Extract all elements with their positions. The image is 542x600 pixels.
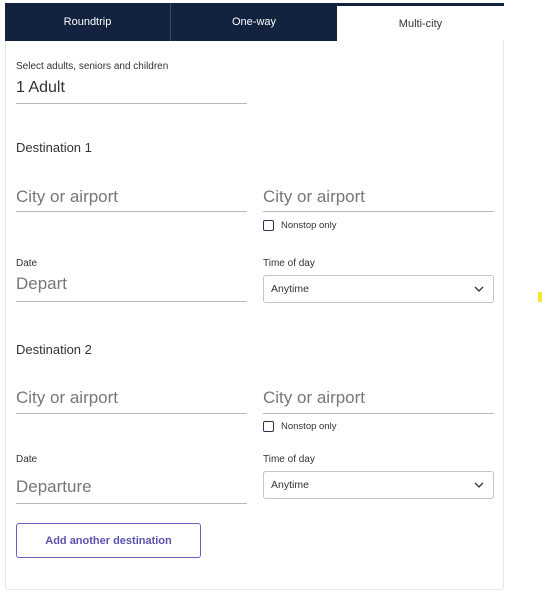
destination-1-time-select[interactable]: Anytime: [263, 275, 494, 303]
destination-2-title: Destination 2: [16, 342, 92, 357]
destination-2-date-label: Date: [16, 454, 38, 465]
passengers-underline: [16, 103, 247, 104]
destination-2-time-label: Time of day: [263, 454, 315, 465]
focus-marker: [538, 292, 542, 302]
destination-2-from-input[interactable]: City or airport: [16, 388, 118, 408]
destination-2-to-underline: [263, 413, 494, 414]
destination-2-from-underline: [16, 413, 247, 414]
tab-one-way-label: One-way: [231, 16, 277, 28]
destination-1-time-value: Anytime: [271, 283, 309, 295]
destination-1-from-input[interactable]: City or airport: [16, 187, 118, 207]
tab-multi-city[interactable]: Multi-city: [337, 3, 504, 41]
add-destination-label: Add another destination: [45, 534, 172, 547]
tab-multi-city-label: Multi-city: [398, 17, 443, 30]
tab-roundtrip[interactable]: Roundtrip: [5, 3, 171, 41]
tab-roundtrip-label: Roundtrip: [63, 16, 112, 28]
trip-type-tabs: Roundtrip One-way Multi-city: [5, 3, 504, 41]
destination-2-nonstop-checkbox[interactable]: [263, 421, 274, 432]
add-destination-button[interactable]: Add another destination: [16, 523, 201, 558]
destination-1-to-underline: [263, 211, 494, 212]
chevron-down-icon: [474, 286, 484, 292]
destination-1-to-input[interactable]: City or airport: [263, 187, 365, 207]
destination-1-time-label: Time of day: [263, 258, 315, 269]
passengers-label: Select adults, seniors and children: [16, 61, 169, 72]
tab-one-way[interactable]: One-way: [171, 3, 337, 41]
passengers-select[interactable]: 1 Adult: [16, 79, 65, 97]
destination-2-to-input[interactable]: City or airport: [263, 388, 365, 408]
destination-2-time-select[interactable]: Anytime: [263, 471, 494, 499]
chevron-down-icon: [474, 482, 484, 488]
destination-2-nonstop-label: Nonstop only: [281, 421, 337, 432]
destination-1-from-underline: [16, 211, 247, 212]
destination-1-nonstop-label: Nonstop only: [281, 220, 337, 231]
destination-2-time-value: Anytime: [271, 479, 309, 491]
destination-1-nonstop-checkbox[interactable]: [263, 220, 274, 231]
destination-1-title: Destination 1: [16, 140, 92, 155]
destination-1-date-input[interactable]: Depart: [16, 274, 67, 294]
destination-2-date-underline: [16, 503, 247, 504]
destination-1-date-underline: [16, 301, 247, 302]
destination-1-date-label: Date: [16, 258, 38, 269]
destination-2-date-input[interactable]: Departure: [16, 477, 92, 497]
